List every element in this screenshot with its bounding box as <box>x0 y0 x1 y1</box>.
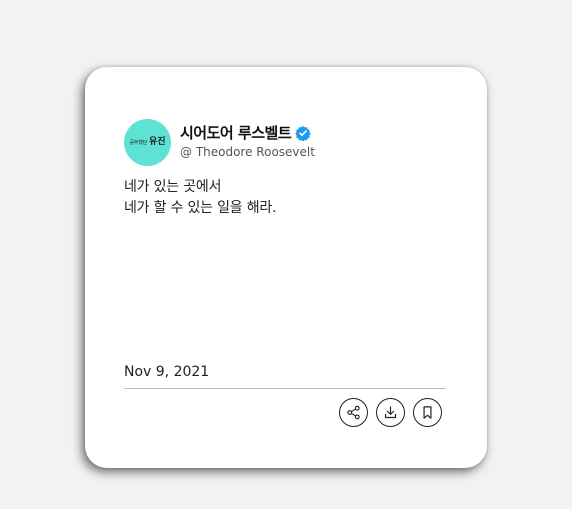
quote-text: 네가 있는 곳에서 네가 할 수 있는 일을 해라. <box>124 177 277 219</box>
download-icon <box>384 406 397 419</box>
bookmark-button[interactable] <box>413 398 442 427</box>
verified-badge-icon <box>295 125 311 141</box>
share-button[interactable] <box>339 398 368 427</box>
quote-card: 공부했던 유진 시어도어 루스벨트 @ Theodore Roosevelt 네… <box>85 67 487 468</box>
avatar-small-text: 공부했던 <box>129 140 148 146</box>
author-handle: @ Theodore Roosevelt <box>180 145 315 159</box>
quote-line: 네가 있는 곳에서 <box>124 179 222 195</box>
share-icon <box>347 405 360 420</box>
download-button[interactable] <box>376 398 405 427</box>
bookmark-icon <box>423 406 432 419</box>
avatar: 공부했던 유진 <box>124 119 171 166</box>
post-date: Nov 9, 2021 <box>124 364 210 380</box>
author-name-row: 시어도어 루스벨트 <box>180 122 311 143</box>
avatar-mark-text: 유진 <box>149 137 166 147</box>
action-bar <box>339 398 442 427</box>
divider <box>124 388 446 389</box>
author-name: 시어도어 루스벨트 <box>180 124 292 142</box>
quote-line: 네가 할 수 있는 일을 해라. <box>124 200 277 216</box>
